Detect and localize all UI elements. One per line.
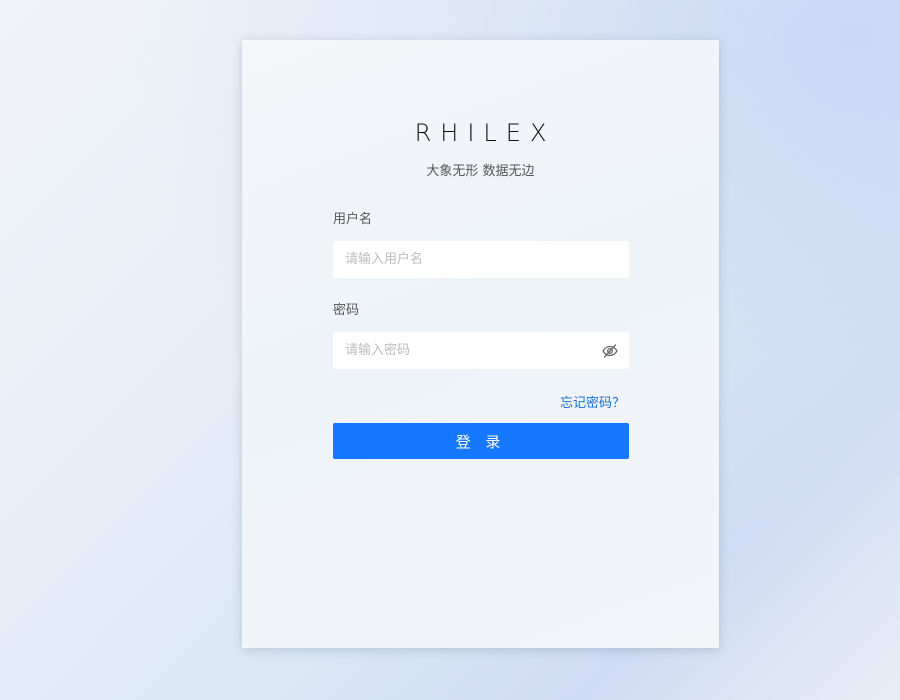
username-field-wrapper <box>333 241 629 278</box>
password-label: 密码 <box>333 303 360 318</box>
logo-text: RHILEX <box>414 119 556 147</box>
brand-logo: RHILEX <box>242 118 719 148</box>
brand-tagline: 大象无形 数据无边 <box>426 164 535 179</box>
username-label: 用户名 <box>333 212 373 227</box>
login-page: { "brand": { "logo_text": "RHILEX", "tag… <box>0 0 900 700</box>
login-button[interactable]: 登 录 <box>333 423 629 459</box>
password-field-wrapper <box>333 332 629 369</box>
login-form: 用户名 密码 忘记密码？ 登 录 <box>333 210 629 459</box>
username-input[interactable] <box>333 241 629 278</box>
forgot-password-link[interactable]: 忘记密码？ <box>560 396 625 411</box>
login-card: RHILEX 大象无形 数据无边 用户名 密码 忘记密码？ 登 录 <box>242 40 719 648</box>
eye-invisible-icon[interactable] <box>601 342 619 360</box>
password-input[interactable] <box>333 332 629 369</box>
forgot-password-row: 忘记密码？ <box>333 392 629 412</box>
